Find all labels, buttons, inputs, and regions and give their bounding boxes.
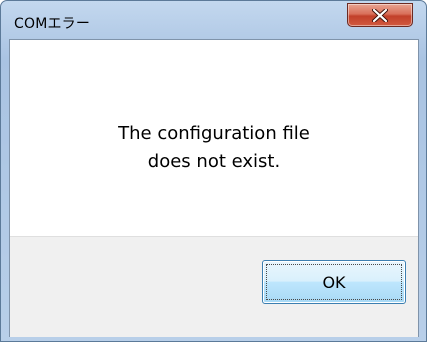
title-bar[interactable]: COMエラー [1,1,426,38]
error-message-line-1: The configuration file [118,123,310,144]
close-button[interactable] [347,3,413,27]
button-bar: OK [10,236,418,337]
error-message: The configuration file does not exist. [10,120,418,176]
dialog-content: The configuration file does not exist. O… [9,39,419,337]
window-title: COMエラー [14,16,91,32]
error-dialog: COMエラー The configuration file does not e… [0,0,427,342]
error-message-line-2: does not exist. [147,151,281,172]
close-icon [372,9,388,22]
ok-button[interactable]: OK [262,260,406,304]
ok-button-label: OK [322,272,346,292]
